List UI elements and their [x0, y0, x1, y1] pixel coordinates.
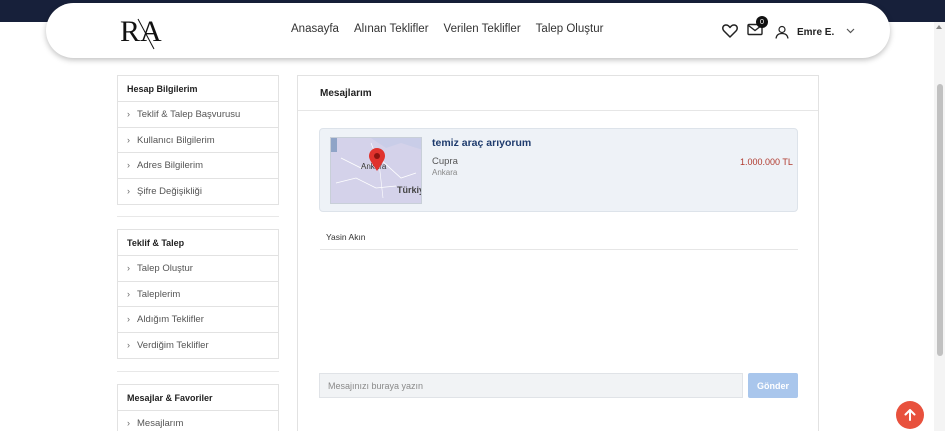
main-nav: Anasayfa Alınan Teklifler Verilen Teklif… [291, 23, 618, 35]
sidebar-item-label: Adres Bilgilerim [137, 160, 203, 172]
arrow-up-icon [904, 409, 916, 421]
title-divider [298, 110, 818, 111]
logo-text: RA [120, 15, 162, 48]
user-icon[interactable] [775, 25, 789, 39]
navbar: RA Anasayfa Alınan Teklifler Verilen Tek… [46, 3, 890, 58]
map-thumbnail[interactable]: Ankara Türkiy [330, 137, 422, 204]
chevron-right-icon: › [127, 134, 130, 145]
messages-panel: Mesajlarım Ankara Türkiy temiz araç arıy… [297, 75, 819, 431]
sidebar-heading: Mesajlar & Favoriler [118, 385, 278, 411]
sidebar-messages: Mesajlar & Favoriler › Mesajlarım [117, 384, 279, 431]
back-to-top-button[interactable] [896, 401, 924, 429]
sidebar-item-label: Teklif & Talep Başvurusu [137, 109, 241, 120]
sidebar-heading: Teklif & Talep [118, 230, 278, 256]
chevron-right-icon: › [127, 160, 130, 171]
sidebar-item-label: Şifre Değişikliği [137, 185, 202, 197]
listing-card[interactable]: Ankara Türkiy temiz araç arıyorum Cupra … [319, 128, 798, 212]
logo[interactable]: RA [118, 11, 164, 51]
heart-icon[interactable] [722, 23, 738, 38]
sidebar-heading: Hesap Bilgilerim [118, 76, 278, 102]
sidebar-item-sifre-degisikligi[interactable]: › Şifre Değişikliği [118, 179, 278, 205]
listing-title[interactable]: temiz araç arıyorum [432, 137, 531, 149]
scrollbar[interactable] [934, 22, 945, 431]
chevron-down-icon[interactable] [846, 28, 855, 34]
chevron-right-icon: › [127, 288, 130, 299]
nav-alinan-teklifler[interactable]: Alınan Teklifler [354, 23, 429, 35]
sidebar-item-aldigim-teklifler[interactable]: › Aldığım Teklifler [118, 307, 278, 333]
sidebar-divider [117, 216, 279, 217]
chat-messages[interactable] [320, 251, 798, 371]
page-title: Mesajlarım [320, 88, 372, 99]
sidebar-offers: Teklif & Talep › Talep Oluştur › Talepleri… [117, 229, 279, 360]
chevron-right-icon: › [127, 314, 130, 325]
sidebar-item-label: Mesajlarım [137, 418, 184, 429]
send-button[interactable]: Gönder [748, 373, 798, 398]
nav-anasayfa[interactable]: Anasayfa [291, 23, 339, 35]
sidebar-item-teklif-talep-basvurusu[interactable]: › Teklif & Talep Başvurusu [118, 102, 278, 128]
sidebar-item-mesajlarim[interactable]: › Mesajlarım [118, 411, 278, 431]
sidebar-item-label: Taleplerim [137, 288, 181, 300]
scroll-up-arrow-icon[interactable] [936, 25, 942, 29]
scrollbar-thumb[interactable] [937, 84, 943, 356]
message-input[interactable] [319, 373, 743, 398]
nav-verilen-teklifler[interactable]: Verilen Teklifler [444, 23, 521, 35]
sidebar-item-label: Kullanıcı Bilgilerim [137, 134, 215, 146]
chevron-right-icon: › [127, 263, 130, 273]
listing-price: 1.000.000 TL [740, 157, 793, 167]
messages-badge: 0 [756, 16, 768, 28]
chat-header: Yasin Akın [320, 226, 798, 250]
sidebar-account: Hesap Bilgilerim › Teklif & Talep Başvuru… [117, 75, 279, 206]
user-name[interactable]: Emre E. [797, 27, 834, 38]
listing-city: Ankara [432, 168, 458, 177]
chevron-right-icon: › [127, 418, 130, 428]
chevron-right-icon: › [127, 339, 130, 350]
nav-talep-olustur[interactable]: Talep Oluştur [536, 23, 604, 35]
sidebar-item-adres-bilgilerim[interactable]: › Adres Bilgilerim [118, 153, 278, 179]
sidebar-item-taleplerim[interactable]: › Taleplerim [118, 282, 278, 308]
sidebar-item-label: Verdiğim Teklifler [137, 339, 209, 351]
sidebar-item-talep-olustur[interactable]: › Talep Oluştur [118, 256, 278, 282]
sidebar-divider [117, 371, 279, 372]
sidebar-item-kullanici-bilgilerim[interactable]: › Kullanıcı Bilgilerim [118, 128, 278, 154]
listing-brand: Cupra [432, 156, 458, 167]
chat-contact-name: Yasin Akın [326, 232, 366, 242]
sidebar-item-label: Talep Oluştur [137, 263, 193, 274]
sidebar-item-label: Aldığım Teklifler [137, 314, 204, 326]
sidebar-item-verdigim-teklifler[interactable]: › Verdiğim Teklifler [118, 333, 278, 359]
chevron-right-icon: › [127, 109, 130, 119]
map-country-label: Türkiy [397, 185, 422, 195]
chevron-right-icon: › [127, 185, 130, 196]
